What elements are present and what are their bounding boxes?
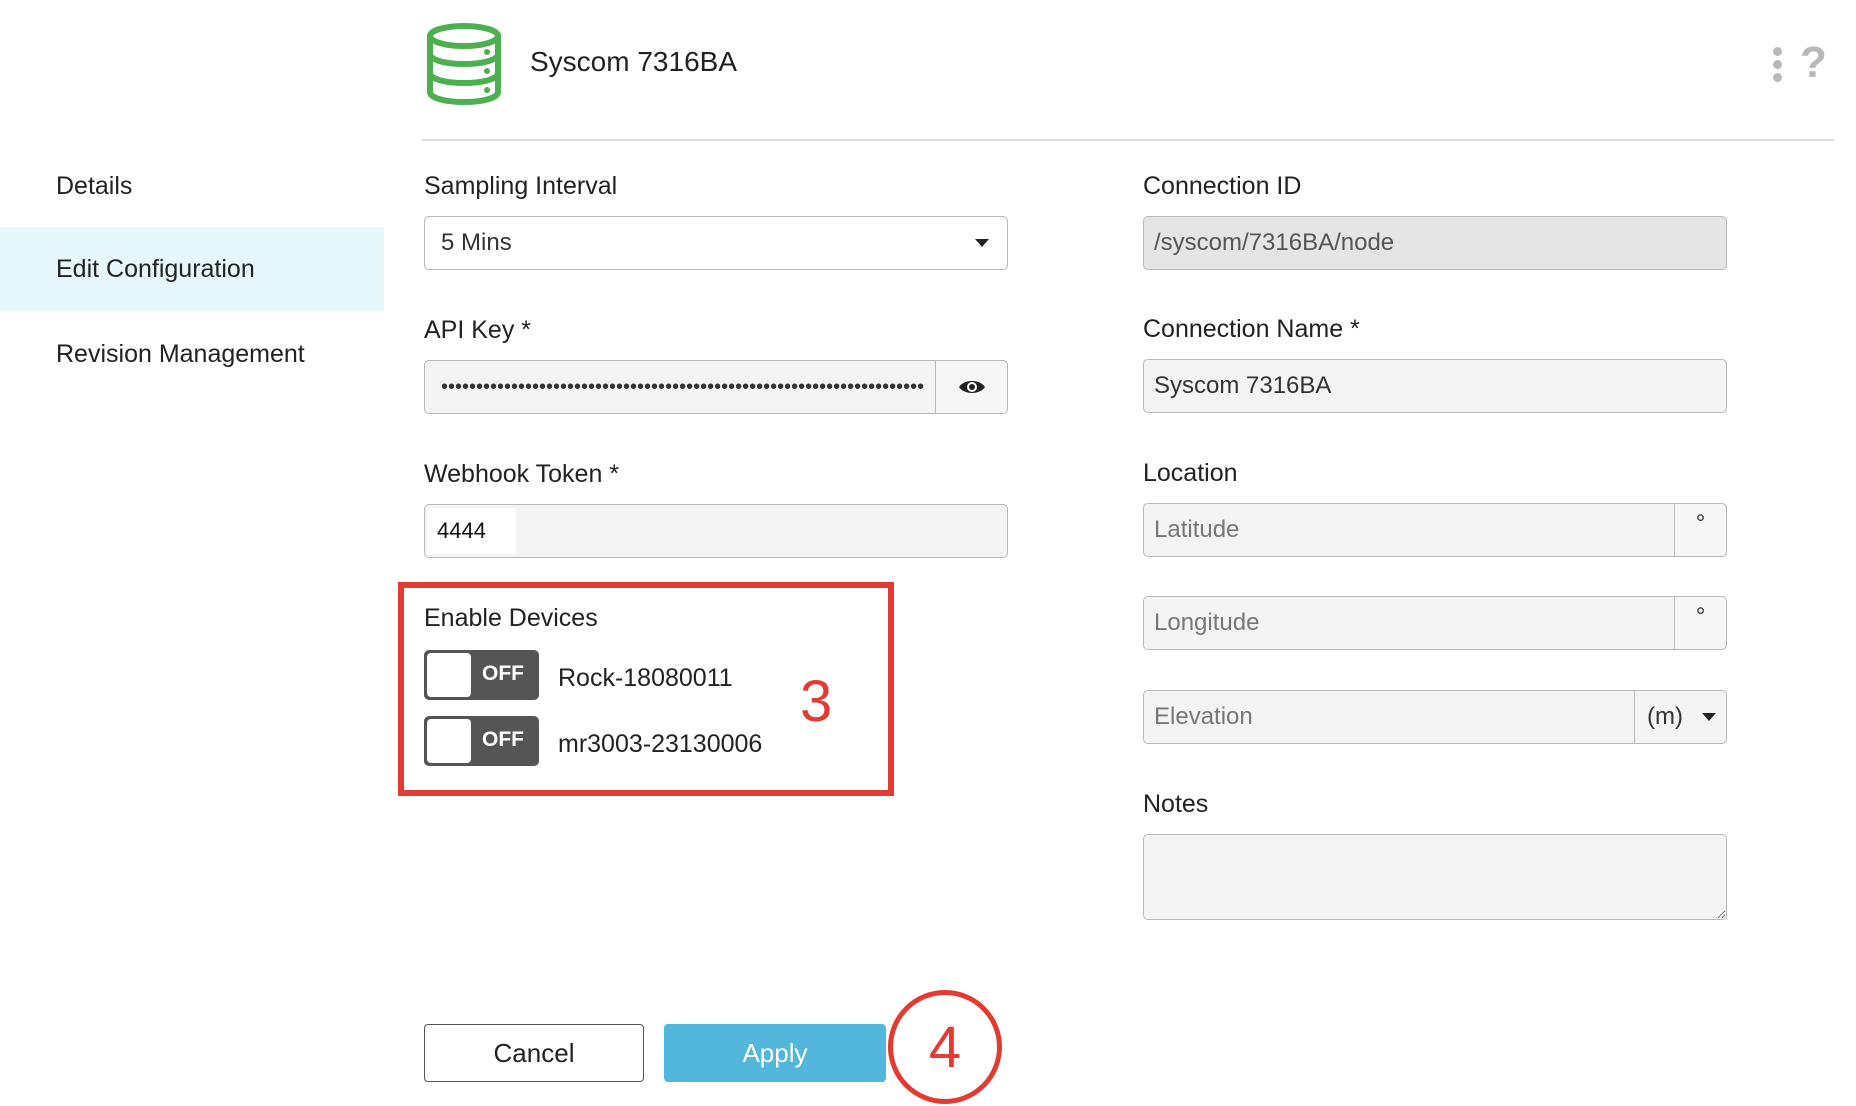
notes-textarea[interactable] bbox=[1143, 834, 1727, 920]
api-key-label: API Key * bbox=[424, 316, 531, 344]
elevation-unit-value: (m) bbox=[1647, 703, 1683, 730]
header-divider bbox=[422, 139, 1834, 141]
help-icon[interactable]: ? bbox=[1800, 38, 1827, 88]
show-password-button[interactable] bbox=[935, 361, 1007, 413]
annotation-step-4: 4 bbox=[888, 990, 1002, 1104]
caret-down-icon bbox=[975, 239, 989, 247]
apply-button[interactable]: Apply bbox=[664, 1024, 886, 1082]
connection-name-field[interactable]: Syscom 7316BA bbox=[1143, 359, 1727, 413]
elevation-placeholder: Elevation bbox=[1154, 703, 1253, 730]
cancel-button[interactable]: Cancel bbox=[424, 1024, 644, 1082]
location-label: Location bbox=[1143, 459, 1238, 487]
sampling-interval-value: 5 Mins bbox=[441, 229, 512, 256]
sidebar-item-edit-configuration[interactable]: Edit Configuration bbox=[0, 227, 384, 311]
longitude-placeholder: Longitude bbox=[1154, 609, 1260, 636]
sidebar-item-label: Edit Configuration bbox=[56, 254, 255, 283]
page-title: Syscom 7316BA bbox=[530, 46, 737, 77]
longitude-field[interactable]: Longitude ° bbox=[1143, 596, 1727, 650]
connection-id-field: /syscom/7316BA/node bbox=[1143, 216, 1727, 270]
connection-name-label: Connection Name * bbox=[1143, 315, 1360, 343]
notes-label: Notes bbox=[1143, 790, 1209, 818]
sampling-interval-label: Sampling Interval bbox=[424, 172, 618, 200]
database-icon bbox=[425, 22, 503, 106]
caret-down-icon bbox=[1702, 713, 1716, 721]
elevation-field[interactable]: Elevation (m) bbox=[1143, 690, 1727, 744]
webhook-token-field[interactable]: 4444 bbox=[424, 504, 1008, 558]
api-key-field[interactable]: ••••••••••••••••••••••••••••••••••••••••… bbox=[424, 360, 1008, 414]
elevation-unit-select[interactable]: (m) bbox=[1634, 691, 1726, 743]
sidebar-item-label: Details bbox=[56, 171, 133, 200]
connection-id-label: Connection ID bbox=[1143, 172, 1302, 200]
sampling-interval-select[interactable]: 5 Mins bbox=[424, 216, 1008, 270]
api-key-value: ••••••••••••••••••••••••••••••••••••••••… bbox=[441, 375, 925, 398]
sidebar-item-details[interactable]: Details bbox=[0, 144, 384, 228]
latitude-placeholder: Latitude bbox=[1154, 516, 1240, 543]
degree-addon: ° bbox=[1674, 504, 1726, 556]
sidebar-item-revision-management[interactable]: Revision Management bbox=[0, 312, 384, 396]
connection-name-value: Syscom 7316BA bbox=[1154, 372, 1332, 399]
annotation-step-3: 3 bbox=[800, 669, 833, 734]
sidebar-item-label: Revision Management bbox=[56, 339, 305, 368]
webhook-token-value: 4444 bbox=[427, 508, 516, 554]
eye-icon bbox=[958, 381, 985, 393]
latitude-field[interactable]: Latitude ° bbox=[1143, 503, 1727, 557]
degree-addon: ° bbox=[1674, 597, 1726, 649]
webhook-token-label: Webhook Token * bbox=[424, 460, 620, 488]
more-options-icon[interactable] bbox=[1770, 47, 1784, 87]
connection-id-value: /syscom/7316BA/node bbox=[1154, 229, 1395, 256]
